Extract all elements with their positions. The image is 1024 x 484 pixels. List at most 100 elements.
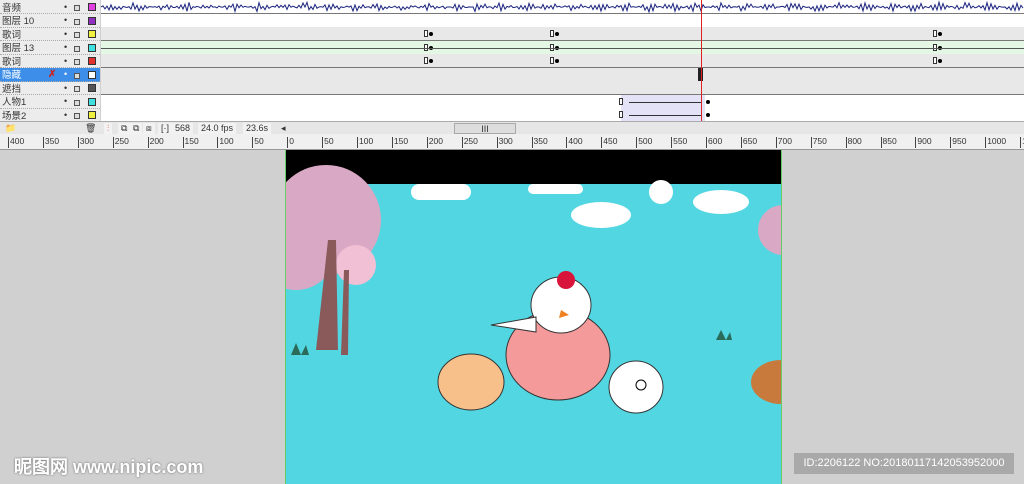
visibility-dot-icon[interactable]: • — [64, 96, 67, 106]
frame-row[interactable] — [101, 54, 1024, 68]
ruler-tick: 100 — [217, 137, 233, 148]
keyframe[interactable] — [424, 30, 428, 37]
layer-row[interactable]: 遮挡 • — [0, 81, 100, 95]
add-folder-icon[interactable]: 📁 — [2, 123, 19, 134]
keyframe[interactable] — [933, 57, 937, 64]
watermark-logo: 昵图网 www.nipic.com — [14, 453, 203, 479]
outline-color-swatch[interactable] — [88, 111, 96, 119]
lock-icon[interactable] — [74, 32, 80, 38]
keyframe[interactable] — [424, 57, 428, 64]
lock-icon[interactable] — [74, 100, 80, 106]
layer-name: 人物1 — [2, 94, 26, 108]
lock-icon[interactable] — [74, 46, 80, 52]
keyframe[interactable] — [619, 98, 623, 105]
layer-name: 歌词 — [2, 54, 21, 68]
cartoon-scene — [286, 150, 782, 484]
stage-canvas[interactable] — [285, 150, 782, 484]
delete-layer-icon[interactable]: 🗑 — [82, 123, 99, 134]
stage-ruler: 400 350 300 250 200 150 100 50 0 50 100 150 200 250 30… — [0, 134, 1024, 150]
layer-row[interactable]: 歌词 • — [0, 27, 100, 41]
layer-name: 场景2 — [2, 108, 26, 122]
lock-icon[interactable] — [74, 86, 80, 92]
lock-icon[interactable] — [74, 5, 80, 11]
layer-row[interactable]: 图层 10 • — [0, 14, 100, 28]
ruler-tick: 900 — [915, 137, 931, 148]
ruler-tick: 850 — [881, 137, 897, 148]
layer-row[interactable]: 人物1 • — [0, 95, 100, 109]
frame-row[interactable] — [101, 0, 1024, 14]
keyframe-dot — [706, 113, 710, 117]
outline-color-swatch[interactable] — [88, 84, 96, 92]
layer-row[interactable]: 隐藏 ✗ • — [0, 68, 100, 82]
visibility-dot-icon[interactable]: • — [64, 15, 67, 25]
outline-color-swatch[interactable] — [88, 30, 96, 38]
outline-color-swatch[interactable] — [88, 17, 96, 25]
visibility-dot-icon[interactable]: • — [64, 69, 67, 79]
ruler-tick: 100 — [357, 137, 373, 148]
ruler-tick: 1000 — [985, 137, 1006, 148]
onion-skin-icon[interactable]: ⧉ — [118, 123, 130, 134]
timeline-frames[interactable] — [101, 0, 1024, 121]
layer-row[interactable]: 图层 13 • — [0, 41, 100, 55]
ruler-tick: 200 — [427, 137, 443, 148]
scroll-left-icon[interactable]: ◂ — [278, 123, 289, 134]
lock-icon[interactable] — [74, 59, 80, 65]
frame-rate[interactable]: 24.0 fps — [198, 123, 236, 134]
watermark-id: ID:2206122 NO:20180117142053952000 — [794, 453, 1014, 474]
layer-row[interactable]: 场景2 • — [0, 108, 100, 122]
visibility-dot-icon[interactable]: • — [64, 83, 67, 93]
current-frame: 568 — [172, 123, 193, 134]
ruler-tick: 650 — [741, 137, 757, 148]
audio-waveform — [101, 0, 1024, 14]
keyframe[interactable] — [550, 30, 554, 37]
frame-row[interactable] — [101, 95, 1024, 109]
visibility-dot-icon[interactable]: • — [64, 2, 67, 12]
ruler-tick: 0 — [287, 137, 294, 148]
frame-row[interactable] — [101, 68, 1024, 82]
keyframe[interactable] — [550, 57, 554, 64]
elapsed-time: 23.6s — [243, 123, 271, 134]
timeline-scrollbar[interactable]: III — [454, 123, 516, 134]
visibility-dot-icon[interactable]: • — [64, 29, 67, 39]
layer-row[interactable]: 音频 • — [0, 0, 100, 14]
frame-row[interactable] — [101, 14, 1024, 28]
ruler-tick: 700 — [776, 137, 792, 148]
visibility-dot-icon[interactable]: • — [64, 42, 67, 52]
outline-color-swatch[interactable] — [88, 57, 96, 65]
edit-multiple-icon[interactable]: ⧈ — [143, 123, 155, 134]
ruler-tick: 150 — [392, 137, 408, 148]
lock-icon[interactable] — [74, 19, 80, 25]
layer-row[interactable]: 歌词 • — [0, 54, 100, 68]
outline-color-swatch[interactable] — [88, 71, 96, 79]
layer-panel: 音频 • 图层 10 • 歌词 • 图层 13 • 歌词 • 隐藏 ✗ • 遮挡 • 人物1 • 场景2 • — [0, 0, 100, 121]
layer-name: 音频 — [2, 0, 21, 14]
ruler-tick: 1050 — [1020, 137, 1024, 148]
visibility-dot-icon[interactable]: • — [64, 110, 67, 120]
keyframe[interactable] — [619, 111, 623, 118]
onion-outline-icon[interactable]: ⧉ — [130, 123, 142, 134]
onion-markers-icon[interactable]: [·] — [158, 123, 172, 134]
ruler-tick: 350 — [532, 137, 548, 148]
pencil-disabled-icon[interactable]: ✗ — [48, 69, 56, 80]
frame-row[interactable] — [101, 41, 1024, 55]
playhead[interactable] — [701, 0, 702, 121]
keyframe-dot — [429, 59, 433, 63]
ruler-tick: 250 — [113, 137, 129, 148]
center-frame-icon[interactable]: ⫶ — [104, 123, 112, 134]
timeline-toolbar: ⫶ ⧉ ⧉ ⧈ [·] 568 24.0 fps 23.6s ◂ III 📁 🗑 — [0, 121, 1024, 134]
keyframe-dot — [429, 32, 433, 36]
outline-color-swatch[interactable] — [88, 3, 96, 11]
ruler-tick: 750 — [811, 137, 827, 148]
lock-icon[interactable] — [74, 113, 80, 119]
ruler-tick: 550 — [671, 137, 687, 148]
keyframe[interactable] — [933, 30, 937, 37]
lock-icon[interactable] — [74, 73, 80, 79]
frame-row[interactable] — [101, 81, 1024, 95]
frame-row[interactable] — [101, 108, 1024, 122]
ruler-tick: 300 — [497, 137, 513, 148]
keyframe-dot — [706, 100, 710, 104]
outline-color-swatch[interactable] — [88, 44, 96, 52]
outline-color-swatch[interactable] — [88, 98, 96, 106]
visibility-dot-icon[interactable]: • — [64, 56, 67, 66]
frame-row[interactable] — [101, 27, 1024, 41]
